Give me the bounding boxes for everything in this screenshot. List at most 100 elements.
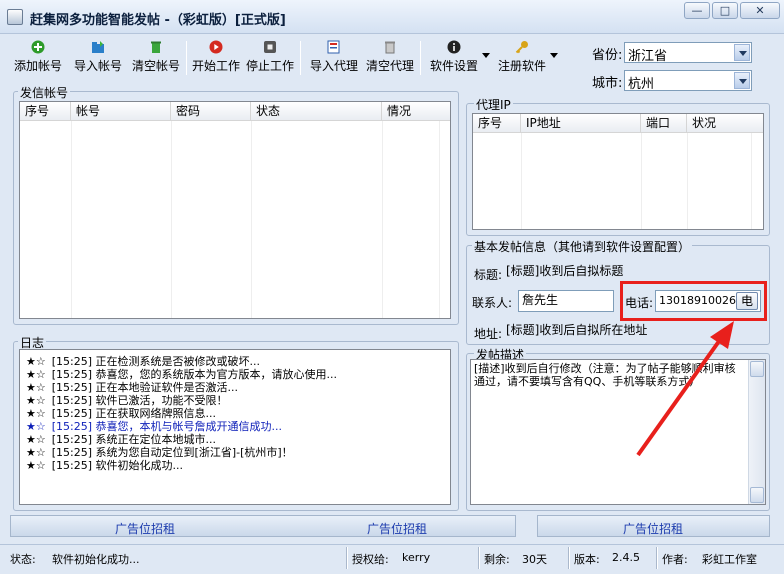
contact-field[interactable]: 詹先生 [518, 290, 614, 312]
scroll-up-button[interactable] [750, 361, 764, 377]
accounts-list[interactable]: 序号 帐号 密码 状态 情况 [19, 101, 451, 319]
add-account-button[interactable]: 添加帐号 [10, 37, 66, 79]
status-label: 状态: [10, 553, 36, 566]
ad-slot[interactable]: 广告位招租 [623, 520, 683, 537]
play-icon [209, 40, 223, 54]
settings-label: 软件设置 [429, 59, 478, 73]
log-text: 恭喜您，您的系统版本为官方版本，请放心使用... [95, 368, 338, 381]
import-proxy-button[interactable]: 导入代理 [308, 37, 360, 79]
contact-label: 联系人: [472, 296, 513, 310]
toolbar-separator [186, 41, 187, 75]
star-icon: ★☆ [26, 381, 46, 394]
address-label: 地址: [474, 327, 503, 341]
arrow-head-icon [710, 321, 734, 349]
import-account-label: 导入帐号 [73, 59, 122, 73]
log-time: [15:25] [51, 394, 93, 407]
app-icon [7, 9, 23, 25]
star-icon: ★☆ [26, 394, 46, 407]
scroll-down-button[interactable] [750, 487, 764, 503]
province-select[interactable]: 浙江省 [624, 42, 752, 64]
register-button[interactable]: 注册软件 [496, 37, 548, 79]
log-text: 软件初始化成功... [95, 459, 184, 472]
city-value: 杭州 [628, 77, 655, 92]
trash-icon [151, 41, 161, 53]
chevron-down-icon[interactable] [734, 72, 750, 89]
grid-line [251, 121, 252, 318]
arrow-annotation [636, 321, 734, 457]
info-icon [447, 40, 461, 54]
register-dropdown-icon[interactable] [550, 53, 558, 58]
proxy-list-header: 序号 IP地址 端口 状况 [473, 114, 763, 133]
ad-panel[interactable]: 广告位招租 广告位招租 [10, 515, 516, 537]
city-label: 城市: [592, 76, 623, 91]
status-value: 软件初始化成功... [52, 553, 140, 566]
column-header[interactable]: 序号 [473, 114, 521, 133]
author-label: 作者: [662, 553, 688, 566]
folder-import-icon [92, 41, 104, 53]
accounts-group-title: 发信帐号 [18, 84, 71, 101]
column-header[interactable]: 状态 [251, 102, 382, 121]
grid-line [171, 121, 172, 318]
grid-line [71, 121, 72, 318]
accounts-list-header: 序号 帐号 密码 状态 情况 [20, 102, 450, 121]
maximize-button[interactable]: □ [712, 2, 738, 19]
log-line: ★☆ [15:25] 正在获取网络牌照信息... [26, 407, 216, 420]
clear-account-label: 清空帐号 [131, 59, 180, 73]
column-header[interactable]: 密码 [171, 102, 251, 121]
chevron-down-icon[interactable] [734, 44, 750, 61]
column-header[interactable]: IP地址 [521, 114, 641, 133]
column-header[interactable]: 端口 [641, 114, 687, 133]
start-work-button[interactable]: 开始工作 [190, 37, 242, 79]
log-text: 正在本地验证软件是否激活... [95, 381, 239, 394]
stop-work-button[interactable]: 停止工作 [244, 37, 296, 79]
toolbar-separator [300, 41, 301, 75]
clear-proxy-button[interactable]: 清空代理 [364, 37, 416, 79]
log-text: 系统为您自动定位到[浙江省]-[杭州市]！ [95, 446, 293, 459]
column-header[interactable]: 状况 [687, 114, 763, 133]
log-text: 正在检测系统是否被修改或破坏... [95, 355, 261, 368]
column-header[interactable]: 序号 [20, 102, 71, 121]
column-header[interactable]: 帐号 [71, 102, 171, 121]
log-time: [15:25] [51, 420, 93, 433]
settings-button[interactable]: 软件设置 [428, 37, 480, 79]
star-icon: ★☆ [26, 459, 46, 472]
column-header[interactable]: 情况 [382, 102, 450, 121]
import-proxy-label: 导入代理 [309, 59, 358, 73]
proxy-list[interactable]: 序号 IP地址 端口 状况 [472, 113, 764, 230]
log-line: ★☆ [15:25] 正在检测系统是否被修改或破坏... [26, 355, 260, 368]
version-label: 版本: [574, 553, 600, 566]
add-icon [31, 40, 45, 54]
license-label: 授权给: [352, 553, 389, 566]
settings-dropdown-icon[interactable] [482, 53, 490, 58]
stop-work-label: 停止工作 [245, 59, 294, 73]
grid-line [687, 133, 688, 229]
grid-line [439, 121, 440, 318]
ad-slot[interactable]: 广告位招租 [115, 520, 175, 537]
close-button[interactable]: ✕ [740, 2, 780, 19]
log-time: [15:25] [51, 368, 93, 381]
log-time: [15:25] [51, 355, 93, 368]
log-time: [15:25] [51, 459, 93, 472]
ad-slot[interactable]: 广告位招租 [367, 520, 427, 537]
title-bar: 赶集网多功能智能发帖 -（彩虹版）[正式版] — □ ✕ [0, 0, 784, 34]
proxy-group-title: 代理IP [474, 96, 513, 113]
version-value: 2.4.5 [612, 551, 640, 564]
city-select[interactable]: 杭州 [624, 70, 752, 92]
log-line: ★☆ [15:25] 软件初始化成功... [26, 459, 183, 472]
proxy-import-icon [327, 40, 340, 54]
import-account-button[interactable]: 导入帐号 [70, 37, 126, 79]
scrollbar[interactable] [748, 360, 765, 504]
title-field[interactable]: [标题]收到后自拟标题 [506, 262, 764, 281]
ad-panel[interactable]: 广告位招租 [537, 515, 770, 537]
log-box[interactable]: ★☆ [15:25] 正在检测系统是否被修改或破坏... ★☆ [15:25] 恭喜… [19, 349, 451, 505]
status-separator [478, 547, 480, 569]
title-label: 标题: [474, 268, 503, 282]
minimize-button[interactable]: — [684, 2, 710, 19]
status-separator [568, 547, 570, 569]
status-bar: 状态: 软件初始化成功... 授权给: kerry 剩余: 30天 版本: 2.… [0, 544, 784, 574]
log-text: 系统正在定位本地城市... [95, 433, 217, 446]
clear-account-button[interactable]: 清空帐号 [128, 37, 184, 79]
status-separator [656, 547, 658, 569]
star-icon: ★☆ [26, 407, 46, 420]
star-icon: ★☆ [26, 368, 46, 381]
